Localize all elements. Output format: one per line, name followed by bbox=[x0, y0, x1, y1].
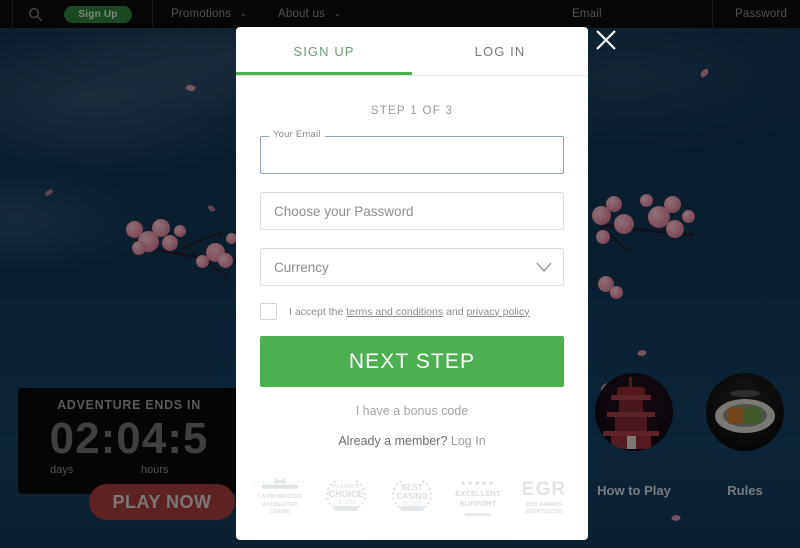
badge-excellent-support: ★★★★★ EXCELLENT SUPPORT bbox=[450, 480, 506, 516]
tab-sign-up[interactable]: SIGN UP bbox=[236, 27, 412, 75]
badge-egr-line1: EGR bbox=[521, 478, 567, 500]
badge-casinomeister-line1: CASINOMEISTER bbox=[257, 494, 303, 501]
next-step-button[interactable]: NEXT STEP bbox=[260, 336, 564, 387]
laurel-wreath-icon: BEST CASINO OF 2017 bbox=[391, 480, 433, 511]
badge-underline bbox=[465, 513, 491, 516]
laurel-wreath-icon: PLAYER'S CHOICE OF 2018 bbox=[325, 480, 367, 511]
svg-text:CASINO: CASINO bbox=[396, 492, 427, 501]
terms-prefix: I accept the bbox=[289, 305, 347, 318]
badge-casinomeister-line3: CASINO bbox=[269, 508, 291, 515]
terms-and-conditions-link[interactable]: terms and conditions bbox=[346, 306, 443, 318]
tab-log-in[interactable]: LOG IN bbox=[412, 27, 588, 75]
terms-middle: and bbox=[443, 305, 467, 318]
badge-excellent-support-line3: SUPPORT bbox=[459, 499, 497, 509]
log-in-link[interactable]: Log In bbox=[451, 434, 486, 448]
badge-excellent-support-line2: EXCELLENT bbox=[455, 488, 501, 498]
chevron-down-icon bbox=[536, 262, 552, 273]
currency-selected-value: Currency bbox=[274, 259, 329, 275]
already-member-row: Already a member? Log In bbox=[236, 434, 588, 448]
badge-best-casino: BEST CASINO OF 2017 bbox=[384, 477, 440, 516]
badge-egr-line3: SHORTLISTED bbox=[525, 508, 563, 515]
privacy-policy-link[interactable]: privacy policy bbox=[466, 306, 529, 318]
step-indicator: STEP 1 OF 3 bbox=[370, 105, 454, 117]
badge-players-choice: PLAYER'S CHOICE OF 2018 bbox=[318, 477, 374, 516]
badge-casinomeister-line2: ACCREDITED bbox=[262, 501, 298, 508]
badge-egr: EGR 2018 AWARDS SHORTLISTED bbox=[516, 480, 572, 517]
svg-text:OF 2018: OF 2018 bbox=[336, 500, 356, 506]
close-icon[interactable] bbox=[592, 26, 620, 54]
signup-modal: SIGN UP LOG IN STEP 1 OF 3 Your Email Cu… bbox=[236, 27, 588, 540]
badge-egr-line2: 2018 AWARDS bbox=[525, 501, 563, 508]
modal-tabs: SIGN UP LOG IN bbox=[236, 27, 588, 76]
terms-text: I accept the terms and conditions and pr… bbox=[289, 306, 529, 318]
email-input[interactable] bbox=[260, 136, 564, 174]
already-member-text: Already a member? bbox=[338, 434, 451, 448]
svg-text:CHOICE: CHOICE bbox=[328, 489, 363, 499]
badge-stars-icon: ★★★★★ bbox=[460, 480, 496, 487]
terms-row: I accept the terms and conditions and pr… bbox=[260, 303, 564, 320]
currency-select[interactable]: Currency bbox=[260, 248, 564, 286]
svg-text:BEST: BEST bbox=[401, 483, 422, 492]
email-input-wrapper[interactable]: Your Email bbox=[260, 129, 564, 174]
tab-active-indicator bbox=[236, 72, 412, 75]
crown-icon bbox=[254, 478, 306, 489]
badge-casinomeister: CASINOMEISTER ACCREDITED CASINO bbox=[252, 475, 308, 516]
bonus-code-link[interactable]: I have a bonus code bbox=[236, 404, 588, 418]
terms-checkbox[interactable] bbox=[260, 303, 277, 320]
award-badges: CASINOMEISTER ACCREDITED CASINO PLAYER'S… bbox=[236, 475, 588, 516]
password-input[interactable] bbox=[260, 192, 564, 230]
